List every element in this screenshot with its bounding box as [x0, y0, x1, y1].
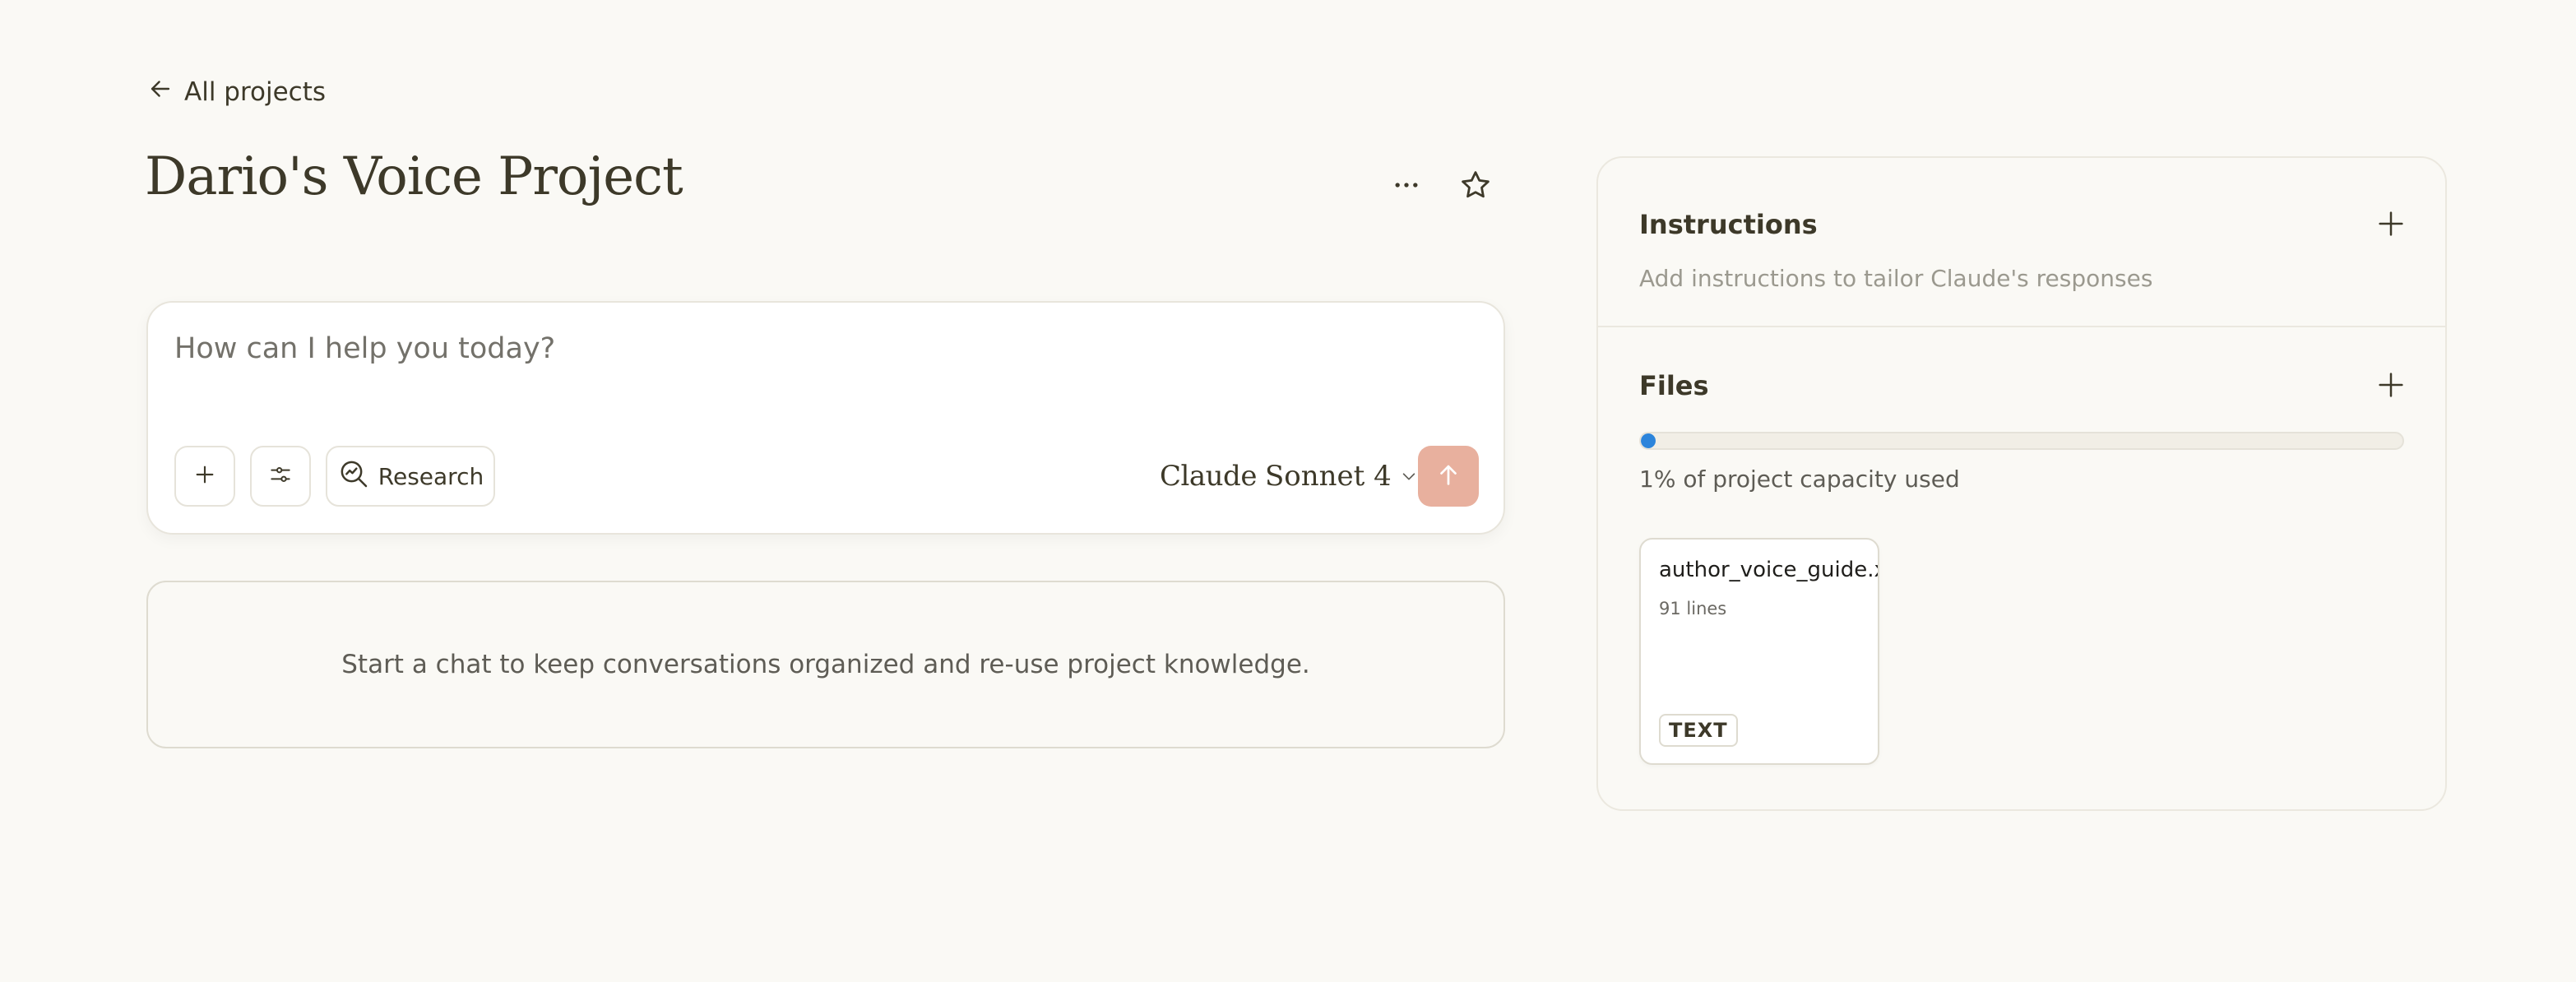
- capacity-progress-bar: [1639, 432, 2404, 450]
- magnifier-chart-icon: [337, 457, 370, 496]
- chevron-down-icon: [1400, 460, 1418, 493]
- capacity-text: 1% of project capacity used: [1639, 466, 1960, 493]
- model-selector[interactable]: Claude Sonnet 4: [1160, 456, 1418, 497]
- plus-icon: [192, 461, 218, 491]
- tools-settings-button[interactable]: [250, 446, 311, 507]
- file-type-badge: TEXT: [1659, 714, 1738, 747]
- empty-chats-placeholder: Start a chat to keep conversations organ…: [146, 581, 1505, 748]
- project-knowledge-panel: Instructions Add instructions to tailor …: [1596, 156, 2447, 811]
- file-line-count: 91 lines: [1659, 599, 1727, 618]
- add-attachment-button[interactable]: [174, 446, 235, 507]
- arrow-left-icon: [146, 75, 174, 109]
- empty-chats-message: Start a chat to keep conversations organ…: [341, 650, 1310, 679]
- chat-composer: Research Claude Sonnet 4: [146, 301, 1505, 535]
- star-project-button[interactable]: [1452, 164, 1499, 210]
- send-button[interactable]: [1418, 446, 1479, 507]
- file-card[interactable]: author_voice_guide.x 91 lines TEXT: [1639, 538, 1879, 765]
- star-icon: [1458, 168, 1493, 206]
- files-title: Files: [1639, 370, 1709, 401]
- instructions-description[interactable]: Add instructions to tailor Claude's resp…: [1639, 265, 2152, 292]
- research-label: Research: [378, 462, 484, 490]
- research-button[interactable]: Research: [326, 446, 495, 507]
- model-brand-label: Claude: [1160, 460, 1257, 493]
- plus-icon: [2374, 207, 2407, 243]
- section-divider: [1598, 326, 2445, 327]
- capacity-progress-fill: [1641, 433, 1656, 448]
- back-to-all-projects-link[interactable]: All projects: [146, 74, 326, 110]
- add-instructions-button[interactable]: [2368, 202, 2414, 248]
- more-options-button[interactable]: [1383, 164, 1429, 210]
- add-files-button[interactable]: [2368, 364, 2414, 410]
- sliders-icon: [267, 461, 294, 491]
- instructions-title: Instructions: [1639, 209, 1818, 240]
- arrow-up-icon: [1434, 461, 1462, 492]
- chat-input[interactable]: [174, 332, 1326, 365]
- plus-icon: [2374, 368, 2407, 405]
- model-name-label: Sonnet 4: [1264, 460, 1392, 493]
- page-title: Dario's Voice Project: [145, 146, 683, 207]
- back-link-label: All projects: [184, 77, 327, 107]
- ellipsis-icon: [1390, 169, 1423, 205]
- file-name: author_voice_guide.x: [1659, 558, 1879, 582]
